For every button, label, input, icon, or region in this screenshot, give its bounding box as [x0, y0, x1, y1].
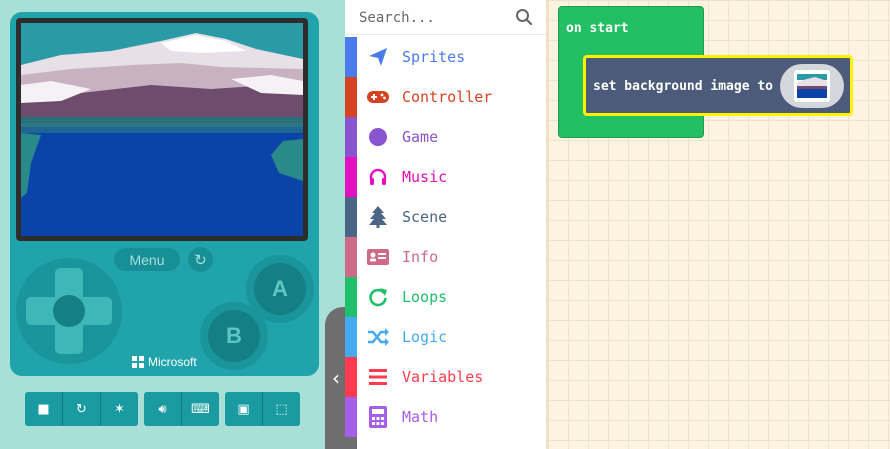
fullscreen-button[interactable]: ⬚	[263, 392, 300, 426]
toolbar-group-run: ■ ↻ ✶	[25, 392, 138, 426]
stop-icon: ■	[37, 401, 50, 417]
restart-icon: ↻	[76, 401, 87, 417]
b-button[interactable]: B	[208, 310, 260, 362]
menu-button[interactable]: Menu	[114, 248, 180, 271]
category-info[interactable]: Info	[345, 237, 546, 277]
category-logic[interactable]: Logic	[345, 317, 546, 357]
screen-frame	[16, 18, 308, 241]
category-label: Music	[402, 168, 448, 186]
dpad[interactable]	[16, 258, 122, 364]
dpad-center	[53, 295, 85, 327]
image-thumbnail	[794, 70, 830, 102]
category-list: Sprites Controller Game Music Scene Info…	[345, 37, 546, 449]
category-label: Scene	[402, 208, 448, 226]
headphones-icon	[367, 166, 389, 188]
microsoft-logo: Microsoft	[132, 355, 197, 369]
blocks-workspace[interactable]: on start set background image to	[546, 0, 890, 449]
calculator-icon	[367, 406, 389, 428]
list-icon	[367, 366, 389, 388]
toolbox-search	[345, 0, 546, 35]
restart-icon: ↻	[194, 250, 207, 269]
toolbar-group-io: 🔊︎ ⌨︎	[144, 392, 219, 426]
category-label: Controller	[402, 88, 493, 106]
simulator-toolbar: ■ ↻ ✶ 🔊︎ ⌨︎ ▣ ⬚	[25, 392, 300, 426]
collapse-simulator-tab[interactable]: ‹	[325, 307, 347, 449]
category-scene[interactable]: Scene	[345, 197, 546, 237]
gamepad-icon	[367, 86, 389, 108]
category-partial[interactable]	[345, 437, 546, 449]
fullscreen-icon: ⬚	[275, 401, 288, 417]
category-label: Variables	[402, 368, 484, 386]
toolbar-group-view: ▣ ⬚	[225, 392, 300, 426]
category-label: Logic	[402, 328, 448, 346]
category-loops[interactable]: Loops	[345, 277, 546, 317]
b-button-ring: B	[200, 302, 268, 370]
shuffle-icon	[367, 326, 389, 348]
category-label: Math	[402, 408, 439, 426]
search-icon[interactable]	[515, 8, 533, 26]
windows-logo-icon	[132, 356, 144, 368]
debug-button[interactable]: ✶	[101, 392, 138, 426]
debug-icon: ✶	[114, 401, 125, 417]
simulator-panel: Menu ↻ A B Microsoft ■ ↻ ✶ 🔊︎ ⌨︎ ▣ ⬚	[0, 0, 345, 449]
category-label: Loops	[402, 288, 448, 306]
id-card-icon	[367, 246, 389, 268]
stop-button[interactable]: ■	[25, 392, 63, 426]
category-game[interactable]: Game	[345, 117, 546, 157]
category-label: Info	[402, 248, 439, 266]
tree-icon	[367, 206, 389, 228]
category-sprites[interactable]: Sprites	[345, 37, 546, 77]
category-controller[interactable]: Controller	[345, 77, 546, 117]
category-variables[interactable]: Variables	[345, 357, 546, 397]
chevron-left-icon: ‹	[332, 366, 340, 390]
category-math[interactable]: Math	[345, 397, 546, 437]
on-start-block[interactable]: on start set background image to	[558, 6, 853, 138]
refresh-icon	[367, 286, 389, 308]
category-music[interactable]: Music	[345, 157, 546, 197]
toolbox: Sprites Controller Game Music Scene	[345, 0, 546, 449]
reset-game-button[interactable]: ↻	[188, 247, 213, 272]
image-picker-field[interactable]	[780, 64, 844, 108]
keyboard-button[interactable]: ⌨︎	[182, 392, 219, 426]
screenshot-icon: ▣	[237, 401, 250, 417]
screenshot-button[interactable]: ▣	[225, 392, 263, 426]
set-background-image-block[interactable]: set background image to	[583, 55, 853, 116]
restart-button[interactable]: ↻	[63, 392, 101, 426]
mute-button[interactable]: 🔊︎	[144, 392, 182, 426]
search-input[interactable]	[357, 7, 511, 29]
keyboard-icon: ⌨︎	[191, 401, 210, 417]
brand-text: Microsoft	[148, 355, 197, 369]
category-label: Sprites	[402, 48, 466, 66]
circle-icon	[367, 126, 389, 148]
set-background-label: set background image to	[593, 79, 774, 94]
paper-plane-icon	[367, 46, 389, 68]
on-start-label: on start	[566, 21, 629, 36]
game-screen[interactable]	[21, 23, 303, 236]
a-button[interactable]: A	[254, 263, 306, 315]
category-label: Game	[402, 128, 439, 146]
mute-icon: 🔊︎	[158, 401, 167, 417]
game-console: Menu ↻ A B Microsoft	[10, 12, 319, 376]
